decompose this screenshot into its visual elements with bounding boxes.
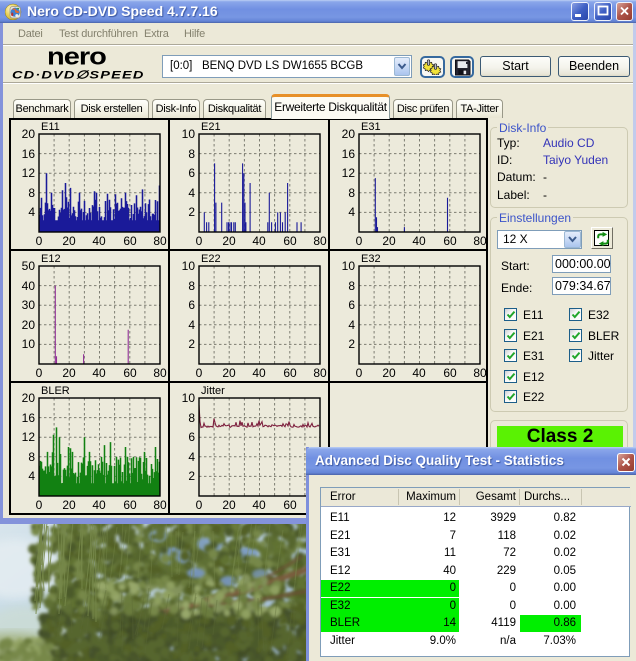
svg-text:4: 4 xyxy=(188,450,195,464)
svg-text:20: 20 xyxy=(22,127,36,141)
svg-text:4: 4 xyxy=(348,318,355,332)
svg-text:10: 10 xyxy=(342,259,356,273)
svg-text:60: 60 xyxy=(443,366,457,380)
svg-text:0: 0 xyxy=(196,366,203,380)
svg-text:40: 40 xyxy=(92,234,106,248)
svg-text:0: 0 xyxy=(36,498,43,512)
svg-text:80: 80 xyxy=(153,498,167,512)
svg-text:12: 12 xyxy=(22,166,36,180)
svg-text:0: 0 xyxy=(196,498,203,512)
svg-text:E12: E12 xyxy=(41,253,61,265)
svg-text:20: 20 xyxy=(62,366,76,380)
svg-text:10: 10 xyxy=(182,127,196,141)
svg-text:0: 0 xyxy=(356,234,363,248)
svg-text:50: 50 xyxy=(22,259,36,273)
svg-text:8: 8 xyxy=(28,450,35,464)
svg-text:80: 80 xyxy=(313,366,327,380)
svg-text:20: 20 xyxy=(62,234,76,248)
svg-text:2: 2 xyxy=(188,205,195,219)
svg-text:20: 20 xyxy=(22,391,36,405)
svg-text:4: 4 xyxy=(188,186,195,200)
svg-text:80: 80 xyxy=(153,366,167,380)
svg-text:40: 40 xyxy=(252,366,266,380)
svg-text:40: 40 xyxy=(252,498,266,512)
svg-text:80: 80 xyxy=(473,234,487,248)
svg-text:60: 60 xyxy=(283,498,297,512)
svg-text:6: 6 xyxy=(188,166,195,180)
svg-text:40: 40 xyxy=(412,234,426,248)
svg-text:80: 80 xyxy=(473,366,487,380)
svg-text:E32: E32 xyxy=(361,253,381,265)
svg-text:30: 30 xyxy=(22,298,36,312)
svg-text:60: 60 xyxy=(123,366,137,380)
svg-text:0: 0 xyxy=(356,366,363,380)
svg-text:80: 80 xyxy=(313,234,327,248)
svg-text:40: 40 xyxy=(412,366,426,380)
svg-text:60: 60 xyxy=(443,234,457,248)
svg-text:0: 0 xyxy=(36,234,43,248)
svg-text:8: 8 xyxy=(188,147,195,161)
svg-text:6: 6 xyxy=(188,298,195,312)
svg-text:8: 8 xyxy=(188,279,195,293)
svg-text:10: 10 xyxy=(182,391,196,405)
svg-text:40: 40 xyxy=(92,498,106,512)
svg-text:12: 12 xyxy=(342,166,356,180)
svg-text:40: 40 xyxy=(252,234,266,248)
svg-text:16: 16 xyxy=(22,411,36,425)
svg-text:20: 20 xyxy=(342,127,356,141)
svg-text:2: 2 xyxy=(348,337,355,351)
svg-text:12: 12 xyxy=(22,430,36,444)
svg-text:BLER: BLER xyxy=(41,385,70,397)
svg-text:4: 4 xyxy=(188,318,195,332)
svg-text:8: 8 xyxy=(348,279,355,293)
svg-text:80: 80 xyxy=(153,234,167,248)
svg-text:16: 16 xyxy=(342,147,356,161)
svg-text:2: 2 xyxy=(188,469,195,483)
svg-text:E21: E21 xyxy=(201,121,221,133)
svg-text:20: 20 xyxy=(222,498,236,512)
svg-text:0: 0 xyxy=(36,366,43,380)
svg-text:E11: E11 xyxy=(41,121,60,133)
svg-text:2: 2 xyxy=(188,337,195,351)
svg-text:60: 60 xyxy=(123,498,137,512)
svg-text:60: 60 xyxy=(123,234,137,248)
svg-text:10: 10 xyxy=(182,259,196,273)
svg-text:20: 20 xyxy=(222,234,236,248)
svg-text:6: 6 xyxy=(188,430,195,444)
svg-text:60: 60 xyxy=(283,366,297,380)
svg-text:0: 0 xyxy=(196,234,203,248)
svg-text:8: 8 xyxy=(188,411,195,425)
svg-text:4: 4 xyxy=(28,469,35,483)
svg-text:60: 60 xyxy=(283,234,297,248)
svg-text:10: 10 xyxy=(22,337,36,351)
svg-text:8: 8 xyxy=(28,186,35,200)
svg-text:20: 20 xyxy=(62,498,76,512)
svg-text:8: 8 xyxy=(348,186,355,200)
svg-text:20: 20 xyxy=(222,366,236,380)
svg-text:4: 4 xyxy=(348,205,355,219)
svg-text:E22: E22 xyxy=(201,253,221,265)
svg-text:20: 20 xyxy=(382,234,396,248)
svg-text:40: 40 xyxy=(92,366,106,380)
svg-text:Jitter: Jitter xyxy=(201,385,225,397)
svg-text:6: 6 xyxy=(348,298,355,312)
svg-text:20: 20 xyxy=(382,366,396,380)
svg-text:E31: E31 xyxy=(361,121,381,133)
svg-text:16: 16 xyxy=(22,147,36,161)
svg-text:4: 4 xyxy=(28,205,35,219)
svg-text:40: 40 xyxy=(22,279,36,293)
svg-text:20: 20 xyxy=(22,318,36,332)
